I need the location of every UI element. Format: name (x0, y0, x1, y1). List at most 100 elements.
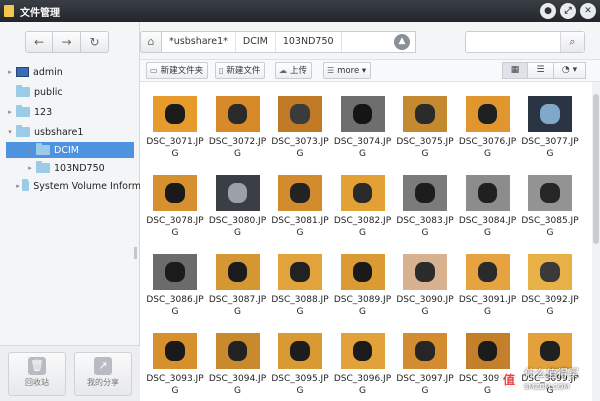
home-button[interactable]: ⌂ (140, 31, 162, 53)
grid-view-button[interactable]: ▦ (502, 62, 528, 79)
file-tile[interactable]: DSC_3097.JPG (394, 333, 456, 401)
file-name: DSC_3085.JPG (521, 216, 579, 238)
tree-item-admin[interactable]: ▸ admin (6, 64, 131, 80)
folder-icon (16, 105, 30, 117)
thumbnail-subject (415, 261, 435, 283)
image-thumbnail (215, 254, 260, 290)
more-menu-button[interactable]: ☰ more ▾ (323, 62, 372, 79)
file-tile[interactable]: DSC_3090.JPG (394, 254, 456, 332)
file-tile[interactable]: DSC_3096.JPG (332, 333, 394, 401)
tree-expander-icon[interactable]: ▾ (26, 146, 34, 154)
file-tile[interactable]: DSC_3080.JPG (207, 175, 269, 253)
search-icon[interactable]: ⌕ (560, 32, 584, 52)
thumbnail-subject (165, 182, 185, 204)
image-thumbnail (403, 175, 447, 211)
tree-item-label: 103ND750 (54, 162, 105, 174)
file-name: DSC_3076.JPG (458, 137, 517, 159)
new-folder-button[interactable]: ▭ 新建文件夹 (146, 62, 209, 79)
tree-item-123[interactable]: ▸ 123 (6, 104, 131, 120)
thumbnail-subject (415, 340, 435, 362)
watermark-line1: 什么值得买 (524, 366, 579, 380)
my-share-label: 我的分享 (87, 378, 119, 387)
file-tile[interactable]: DSC_3073.JPG (269, 96, 331, 174)
tree-item-usbshare1[interactable]: ▾ usbshare1 (6, 124, 131, 140)
list-view-button[interactable]: ☰ (528, 62, 554, 79)
file-tile[interactable]: DSC_3094.JPG (207, 333, 269, 401)
refresh-button[interactable]: ↻ (81, 31, 109, 53)
upload-button[interactable]: ☁ 上传 (275, 62, 313, 79)
file-tile[interactable]: DSC_3081.JPG (269, 175, 331, 253)
forward-button[interactable]: → (53, 31, 81, 53)
file-tile[interactable]: DSC_3075.JPG (394, 96, 456, 174)
tree-expander-icon[interactable]: ▸ (6, 68, 14, 76)
new-file-button[interactable]: ▯ 新建文件 (215, 62, 266, 79)
file-tile[interactable]: DSC_3071.JPG (144, 96, 206, 174)
thumbnail-subject (540, 261, 560, 283)
breadcrumb-dcim[interactable]: DCIM (236, 32, 276, 52)
minimize-button[interactable]: ● (540, 3, 556, 19)
file-tile[interactable]: DSC_3088.JPG (269, 254, 331, 332)
file-name: DSC_3081.JPG (271, 216, 329, 238)
sidebar: ← → ↻ ▸ admin public ▸ 123 ▾ usbshare1 ▾ DCIM ▸ 10… (0, 22, 141, 401)
file-tile[interactable]: DSC_3077.JPG (519, 96, 581, 174)
file-tile[interactable]: DSC_3095.JPG (269, 333, 331, 401)
file-name: DSC_3078.JPG (146, 216, 204, 238)
tree-item-dcim[interactable]: ▾ DCIM (6, 142, 134, 158)
file-tile[interactable]: DSC_3072.JPG (207, 96, 269, 174)
file-tile[interactable]: DSC_3085.JPG (519, 175, 581, 253)
list-icon: ☰ (327, 66, 335, 75)
tree-expander-icon[interactable]: ▸ (6, 108, 14, 116)
search-input[interactable] (469, 33, 561, 51)
upload-icon: ☁ (279, 66, 287, 75)
file-tile[interactable]: DSC_3087.JPG (207, 254, 269, 332)
file-tile[interactable]: DSC_3084.JPG (457, 175, 519, 253)
image-thumbnail (278, 175, 322, 211)
maximize-button[interactable]: ⤢ (560, 3, 576, 19)
file-name: DSC_3092.JPG (521, 295, 579, 317)
thumbnail-subject (477, 261, 498, 283)
recycle-bin-button[interactable]: 🗑 回收站 (8, 352, 66, 396)
file-grid-scrollbar[interactable] (592, 82, 600, 401)
tree-item-system-volume-inform[interactable]: ▸ System Volume Inform (16, 178, 141, 194)
scrollbar-thumb[interactable] (593, 94, 599, 244)
file-tile[interactable]: DSC_3083.JPG (394, 175, 456, 253)
up-folder-button[interactable]: ▲ (394, 34, 410, 50)
file-tile[interactable]: DSC_3089.JPG (332, 254, 394, 332)
close-button[interactable]: ✕ (580, 3, 596, 19)
file-tile[interactable]: DSC_3091.JPG (457, 254, 519, 332)
image-thumbnail (215, 96, 260, 132)
tree-item-103nd750[interactable]: ▸ 103ND750 (26, 160, 151, 176)
tree-item-public[interactable]: public (6, 84, 131, 100)
thumbnail-subject (165, 261, 185, 283)
tree-expander-icon[interactable]: ▸ (16, 182, 20, 190)
tree-expander-icon[interactable]: ▸ (26, 164, 34, 172)
image-thumbnail (403, 254, 447, 290)
tree-item-label: usbshare1 (34, 126, 84, 138)
search-box: ⌕ (465, 31, 585, 53)
back-button[interactable]: ← (25, 31, 53, 53)
file-tile[interactable]: DSC_3074.JPG (332, 96, 394, 174)
thumbnail-subject (165, 340, 185, 362)
file-tile[interactable]: DSC_3082.JPG (332, 175, 394, 253)
sidebar-footer: 🗑 回收站 ↗ 我的分享 (0, 345, 140, 401)
tree-expander-icon[interactable]: ▾ (6, 128, 14, 136)
file-name: DSC_3083.JPG (396, 216, 454, 238)
image-thumbnail (153, 96, 197, 132)
image-thumbnail (278, 254, 322, 290)
file-tile[interactable]: DSC_3093.JPG (144, 333, 206, 401)
file-tile[interactable]: DSC_3078.JPG (144, 175, 206, 253)
settings-dropdown-button[interactable]: ◔ ▾ (554, 62, 586, 79)
tree-item-label: 123 (34, 106, 53, 118)
nav-buttons: ← → ↻ (25, 31, 109, 53)
breadcrumb-usbshare1[interactable]: *usbshare1* (162, 32, 236, 52)
my-share-button[interactable]: ↗ 我的分享 (74, 352, 132, 396)
breadcrumb-103nd750[interactable]: 103ND750 (276, 32, 342, 52)
folder-icon (36, 161, 50, 173)
address-bar: ⌂ *usbshare1* DCIM 103ND750 ▲ ⌕ (140, 22, 600, 60)
sidebar-scrollbar[interactable] (134, 247, 137, 259)
file-tile[interactable]: DSC_3092.JPG (519, 254, 581, 332)
thumbnail-subject (227, 340, 248, 362)
image-thumbnail (340, 175, 385, 211)
file-tile[interactable]: DSC_3086.JPG (144, 254, 206, 332)
file-tile[interactable]: DSC_3076.JPG (457, 96, 519, 174)
